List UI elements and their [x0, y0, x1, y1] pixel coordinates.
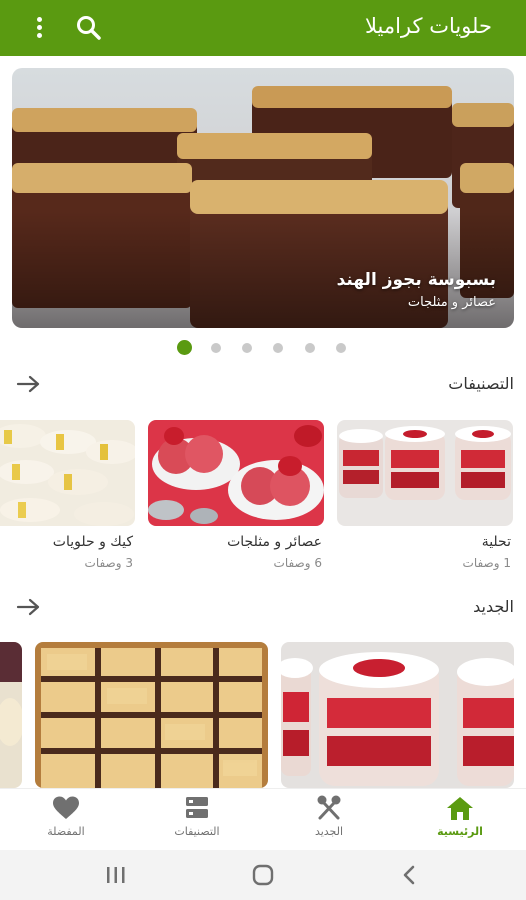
categories-section-title: التصنيفات	[448, 374, 514, 393]
new-section-title: الجديد	[473, 597, 514, 616]
recents-icon[interactable]	[103, 862, 129, 888]
category-image	[148, 420, 324, 526]
category-image	[0, 420, 135, 526]
category-image	[337, 420, 513, 526]
bottom-navigation: الرئيسية الجديد التصنيفات المفضلة	[0, 788, 526, 850]
app-title: حلويات كراميلا	[364, 14, 492, 38]
carousel-dot-4[interactable]	[273, 343, 283, 353]
category-name: كيك و حلويات	[52, 534, 133, 550]
category-recipe-count: 1 وصفات	[462, 556, 511, 570]
carousel-dot-3[interactable]	[242, 343, 252, 353]
category-card-juices-ice-cream[interactable]: عصائر و مثلجات 6 وصفات	[148, 420, 324, 575]
system-navigation-bar	[0, 850, 526, 900]
category-card-dessert[interactable]: تحلية 1 وصفات	[337, 420, 513, 575]
arrow-right-icon[interactable]	[16, 374, 42, 394]
arrow-right-icon[interactable]	[16, 597, 42, 617]
featured-recipe-title: بسبوسة بجوز الهند	[336, 270, 496, 290]
carousel-dot-2[interactable]	[211, 343, 221, 353]
carousel-dot-5[interactable]	[305, 343, 315, 353]
nav-categories[interactable]: التصنيفات	[147, 789, 247, 851]
nav-label: المفضلة	[47, 825, 85, 838]
categories-icon	[183, 795, 211, 821]
heart-icon	[52, 795, 80, 821]
more-vert-icon[interactable]	[26, 14, 54, 42]
nav-new[interactable]: الجديد	[279, 789, 379, 851]
category-recipe-count: 3 وصفات	[84, 556, 133, 570]
nav-label: التصنيفات	[174, 825, 220, 838]
fork-knife-icon	[315, 795, 343, 821]
carousel-indicator	[0, 340, 526, 356]
nav-label: الرئيسية	[437, 825, 483, 838]
back-icon[interactable]	[397, 862, 423, 888]
app-bar: حلويات كراميلا	[0, 0, 526, 56]
new-recipe-card[interactable]	[0, 642, 22, 788]
new-recipe-image	[281, 642, 514, 788]
category-card-cakes-sweets[interactable]: كيك و حلويات 3 وصفات	[0, 420, 135, 575]
carousel-dot-6[interactable]	[336, 343, 346, 353]
carousel-dot-1[interactable]	[177, 340, 192, 355]
new-recipe-image	[0, 642, 22, 788]
nav-home[interactable]: الرئيسية	[410, 789, 510, 851]
search-icon[interactable]	[73, 12, 105, 44]
featured-recipe-category: عصائر و مثلجات	[407, 295, 496, 310]
category-name: تحلية	[481, 534, 511, 550]
home-circle-icon[interactable]	[250, 862, 276, 888]
nav-label: الجديد	[314, 825, 344, 838]
nav-favorites[interactable]: المفضلة	[16, 789, 116, 851]
featured-recipe-banner[interactable]: بسبوسة بجوز الهند عصائر و مثلجات	[12, 68, 514, 328]
new-recipe-card[interactable]	[281, 642, 514, 788]
new-recipe-image	[35, 642, 268, 788]
category-recipe-count: 6 وصفات	[273, 556, 322, 570]
home-icon	[446, 795, 474, 821]
new-recipe-card[interactable]	[35, 642, 268, 788]
category-name: عصائر و مثلجات	[227, 534, 322, 550]
